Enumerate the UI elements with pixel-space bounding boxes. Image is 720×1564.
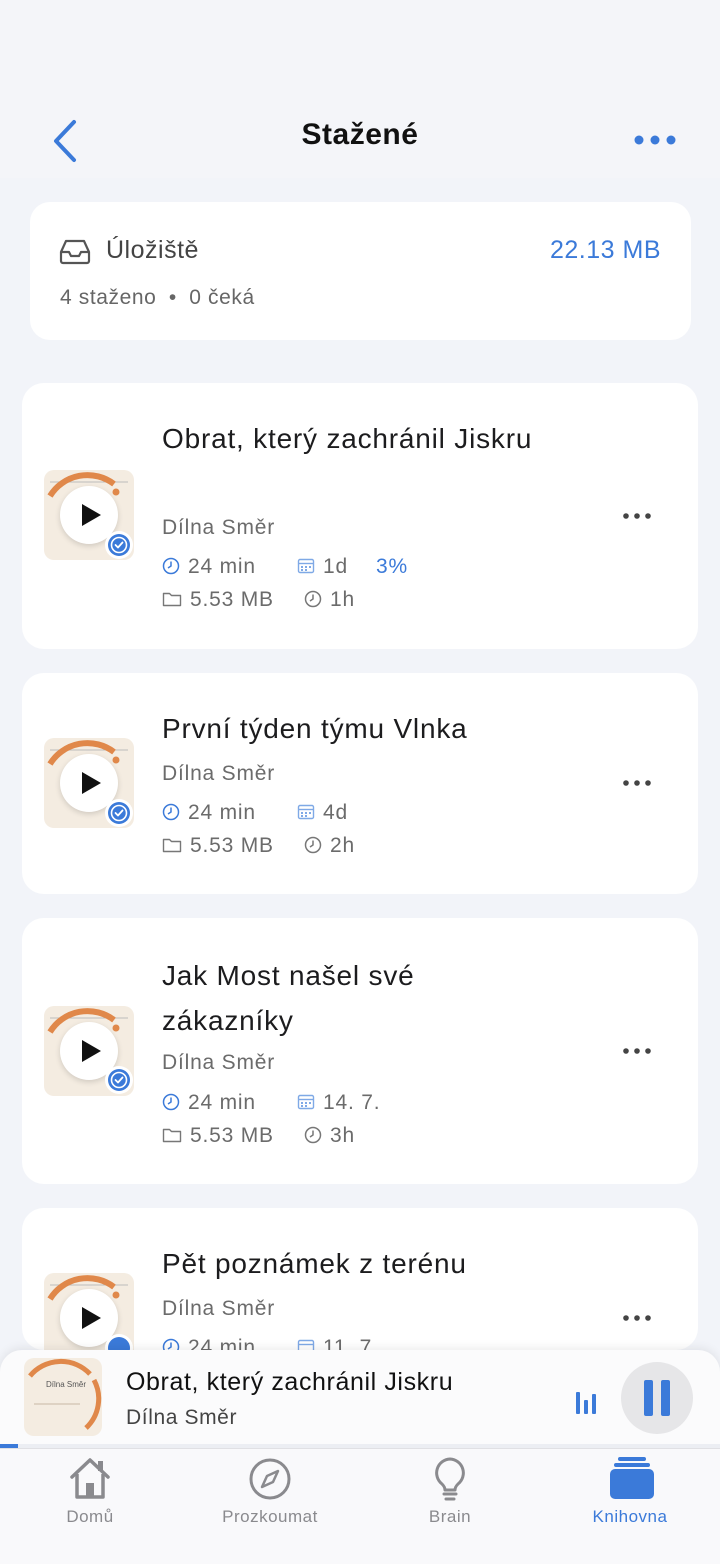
clock-icon — [304, 1126, 322, 1144]
now-playing-author: Dílna Směr — [126, 1406, 238, 1429]
episode-author: Dílna Směr — [162, 1051, 276, 1074]
tab-label: Brain — [428, 1507, 472, 1526]
clock-icon — [162, 1338, 180, 1350]
clock-icon — [304, 836, 322, 854]
episode-file-size: 5.53 MB — [190, 834, 274, 857]
more-options-button[interactable] — [630, 130, 680, 150]
calendar-icon — [297, 558, 315, 574]
episode-downloaded-ago: 2h — [330, 834, 355, 857]
tray-icon — [59, 239, 91, 265]
episode-more-button[interactable] — [622, 1313, 652, 1323]
tab-bar: Domů Prozkoumat Brain Knihovna — [0, 1448, 720, 1564]
episode-title: První týden týmu Vlnka — [162, 713, 468, 744]
downloaded-check-icon — [105, 799, 133, 827]
play-icon — [82, 772, 101, 794]
episode-card[interactable]: Obrat, který zachránil Jiskru Dílna Směr… — [22, 383, 698, 649]
episode-author: Dílna Směr — [162, 516, 276, 539]
now-playing-title: Obrat, který zachránil Jiskru — [126, 1368, 454, 1396]
separator-dot: • — [168, 286, 177, 309]
house-icon — [70, 1458, 110, 1499]
lightbulb-icon — [435, 1457, 465, 1501]
calendar-icon — [297, 1094, 315, 1110]
episode-date: 14. 7. — [323, 1091, 381, 1114]
downloaded-count: 4 staženo — [60, 286, 157, 309]
downloaded-check-icon — [105, 1066, 133, 1094]
clock-icon — [304, 590, 322, 608]
folder-icon — [162, 838, 182, 853]
episode-file-size: 5.53 MB — [190, 588, 274, 611]
episode-duration: 24 min — [188, 555, 256, 578]
calendar-icon — [297, 804, 315, 820]
tab-explore[interactable]: Prozkoumat — [180, 1449, 360, 1564]
episode-card[interactable]: Pět poznámek z terénu Dílna Směr 24 min … — [22, 1208, 698, 1350]
calendar-icon — [297, 1339, 315, 1350]
waiting-count: 0 čeká — [189, 286, 255, 309]
page-title: Stažené — [301, 118, 419, 151]
episode-more-button[interactable] — [622, 1046, 652, 1056]
clock-icon — [162, 557, 180, 575]
episode-title: Obrat, který zachránil Jiskru — [162, 423, 533, 454]
episode-date: 11. 7. — [323, 1336, 379, 1350]
storage-card: Úložiště 22.13 MB 4 staženo • 0 čeká — [30, 202, 691, 340]
tab-label: Domů — [66, 1507, 114, 1526]
ellipsis-icon — [634, 135, 676, 145]
storage-label: Úložiště — [106, 236, 199, 264]
episode-date: 4d — [323, 801, 348, 824]
top-bar: Stažené — [0, 0, 720, 178]
play-icon — [82, 1040, 101, 1062]
episode-title: Pět poznámek z terénu — [162, 1248, 467, 1279]
folder-icon — [162, 1128, 182, 1143]
episode-downloaded-ago: 3h — [330, 1124, 355, 1147]
artwork-caption: Dílna Směr — [46, 1380, 87, 1389]
mini-player[interactable]: Dílna Směr Obrat, který zachránil Jiskru… — [0, 1350, 720, 1448]
compass-icon — [249, 1458, 291, 1500]
now-playing-artwork: Dílna Směr — [24, 1358, 102, 1436]
episode-duration: 24 min — [188, 801, 256, 824]
episode-more-button[interactable] — [622, 511, 652, 521]
pause-icon — [644, 1380, 670, 1416]
episode-date: 1d — [323, 555, 348, 578]
tab-brain[interactable]: Brain — [360, 1449, 540, 1564]
episode-author: Dílna Směr — [162, 762, 276, 785]
pause-button[interactable] — [621, 1362, 693, 1434]
episode-duration: 24 min — [188, 1336, 256, 1350]
episode-file-size: 5.53 MB — [190, 1124, 274, 1147]
folder-icon — [162, 592, 182, 607]
play-icon — [82, 504, 101, 526]
episode-duration: 24 min — [188, 1091, 256, 1114]
clock-icon — [162, 803, 180, 821]
equalizer-icon[interactable] — [574, 1384, 598, 1414]
episode-more-button[interactable] — [622, 778, 652, 788]
episode-downloaded-ago: 1h — [330, 588, 355, 611]
tab-label: Knihovna — [592, 1507, 668, 1526]
episode-title: Jak Most našel své zákazníky — [162, 960, 415, 1036]
tab-library[interactable]: Knihovna — [540, 1449, 720, 1564]
episode-card[interactable]: Jak Most našel své zákazníky Dílna Směr … — [22, 918, 698, 1184]
storage-size: 22.13 MB — [549, 236, 661, 264]
downloaded-check-icon — [105, 531, 133, 559]
tab-label: Prozkoumat — [222, 1507, 318, 1526]
library-icon — [610, 1457, 654, 1499]
play-icon — [82, 1307, 101, 1329]
tab-home[interactable]: Domů — [0, 1449, 180, 1564]
storage-summary: 4 staženo • 0 čeká — [60, 286, 255, 310]
episode-card[interactable]: První týden týmu Vlnka Dílna Směr 24 min… — [22, 673, 698, 894]
episode-progress: 3% — [376, 555, 408, 578]
episode-author: Dílna Směr — [162, 1297, 276, 1320]
downloaded-check-icon — [105, 1334, 133, 1350]
clock-icon — [162, 1093, 180, 1111]
